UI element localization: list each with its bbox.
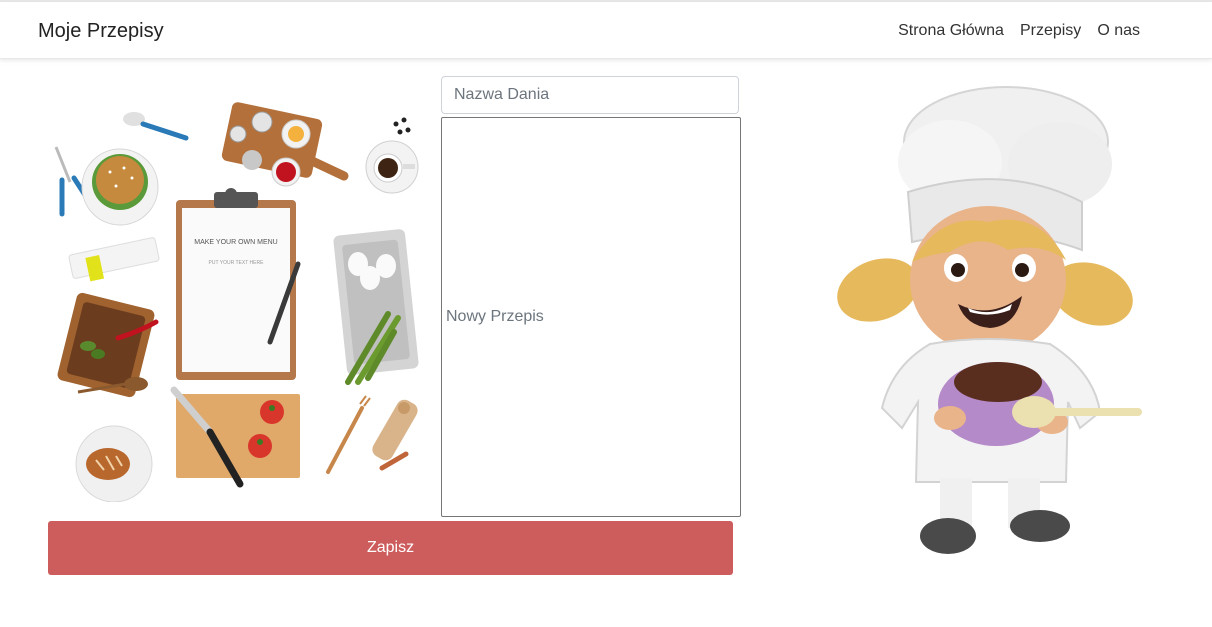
cutting-board-icon [221, 102, 349, 187]
nav-links: Strona Główna Przepisy O nas [898, 22, 1140, 40]
face-icon [910, 206, 1066, 354]
pepper-grinder-icon [326, 395, 418, 474]
spoon-icon [123, 112, 189, 141]
burger-plate-icon [54, 146, 159, 226]
chef-illustration [837, 86, 1142, 554]
kitchen-illustration: MAKE YOUR OWN MENU PUT YOUR TEXT HERE [54, 102, 419, 502]
knife-board-icon [170, 386, 300, 488]
mixing-bowl-icon [934, 362, 1142, 446]
bread-plate-icon [75, 425, 153, 502]
menu-clipboard-icon: MAKE YOUR OWN MENU PUT YOUR TEXT HERE [176, 188, 301, 380]
butter-stick-icon [68, 237, 160, 282]
menu-subheading: PUT YOUR TEXT HERE [209, 260, 265, 266]
nav-link-recipes[interactable]: Przepisy [1020, 22, 1081, 40]
egg-tray-icon [333, 229, 419, 385]
navbar: Moje Przepisy Strona Główna Przepisy O n… [0, 2, 1212, 59]
menu-heading: MAKE YOUR OWN MENU [194, 239, 278, 246]
dish-name-input[interactable] [441, 76, 739, 114]
coffee-cup-icon [365, 117, 419, 194]
nav-link-about[interactable]: O nas [1097, 22, 1140, 40]
herb-board-icon [57, 292, 159, 398]
brand-link[interactable]: Moje Przepisy [38, 20, 164, 43]
recipe-textarea[interactable] [441, 117, 741, 517]
save-button[interactable]: Zapisz [48, 521, 733, 575]
nav-link-home[interactable]: Strona Główna [898, 22, 1004, 40]
